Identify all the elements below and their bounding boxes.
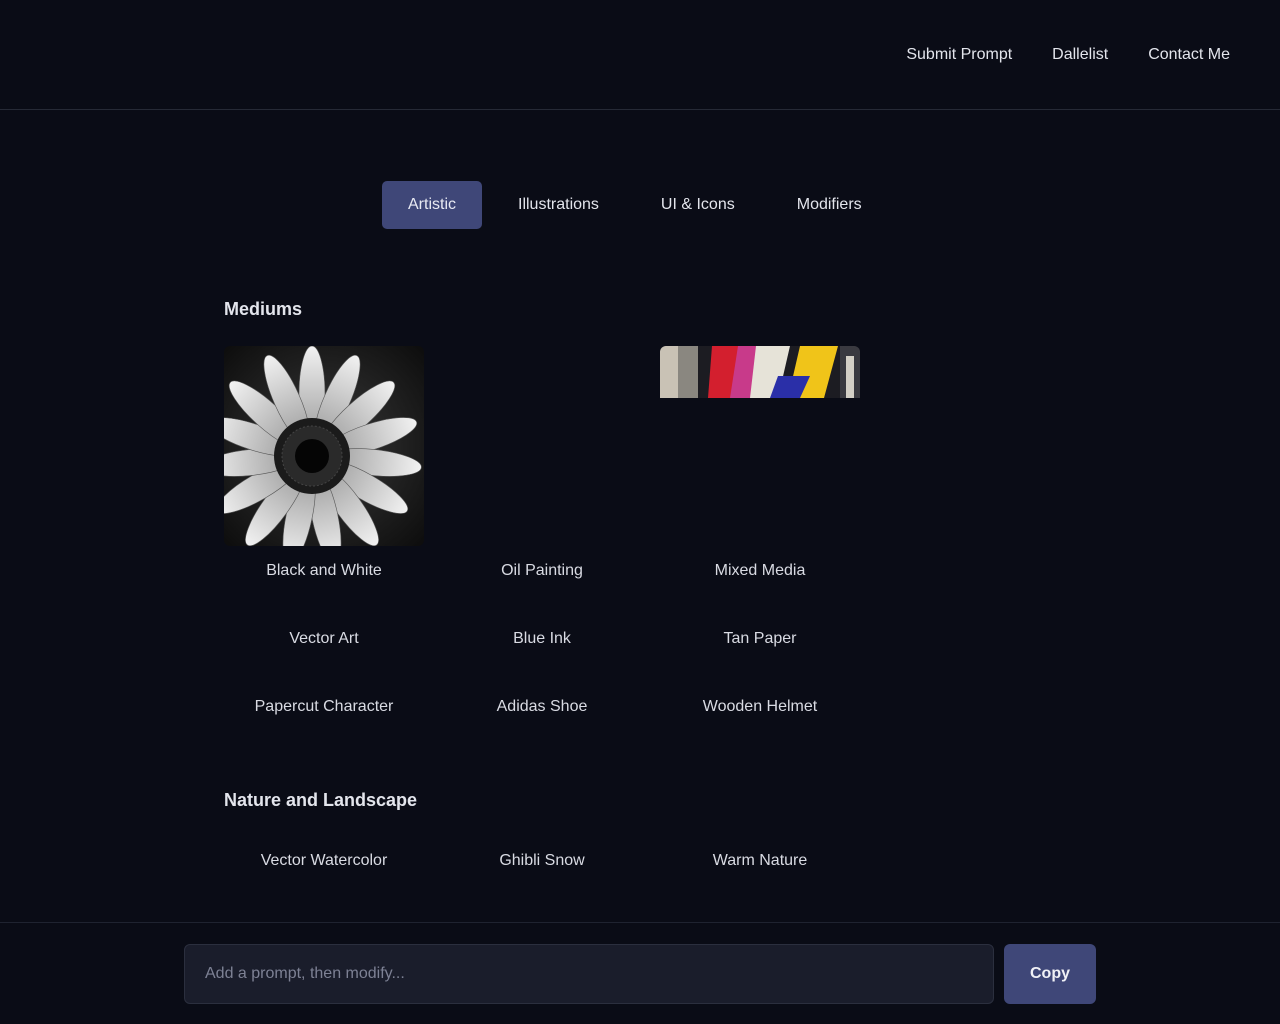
nav-link-submit-prompt[interactable]: Submit Prompt bbox=[906, 44, 1012, 66]
tab-illustrations[interactable]: Illustrations bbox=[492, 181, 625, 229]
nav-link-dallelist[interactable]: Dallelist bbox=[1052, 44, 1108, 66]
grid-item-ghibli-snow[interactable]: Ghibli Snow bbox=[442, 852, 642, 870]
grid-item-blue-ink[interactable]: Blue Ink bbox=[442, 630, 642, 648]
sunflower-image bbox=[224, 346, 424, 546]
tab-modifiers[interactable]: Modifiers bbox=[771, 181, 888, 229]
mixed-media-image bbox=[660, 346, 860, 398]
section-title-nature-and-landscape: Nature and Landscape bbox=[224, 790, 418, 810]
top-nav: Submit Prompt Dallelist Contact Me bbox=[906, 44, 1230, 66]
tab-ui-icons[interactable]: UI & Icons bbox=[635, 181, 761, 229]
grid-item-adidas-shoe[interactable]: Adidas Shoe bbox=[442, 698, 642, 716]
prompt-bar: Copy bbox=[0, 922, 1280, 1024]
grid-item-vector-watercolor[interactable]: Vector Watercolor bbox=[224, 852, 424, 870]
prompt-input[interactable] bbox=[184, 944, 994, 1004]
nav-link-contact-me[interactable]: Contact Me bbox=[1148, 44, 1230, 66]
grid-item-wooden-helmet[interactable]: Wooden Helmet bbox=[660, 698, 860, 716]
thumbnail-mixed-media[interactable] bbox=[660, 346, 860, 398]
grid-item-oil-painting[interactable]: Oil Painting bbox=[442, 562, 642, 580]
thumbnail-black-and-white[interactable] bbox=[224, 346, 424, 546]
grid-item-black-and-white[interactable]: Black and White bbox=[224, 562, 424, 580]
grid-item-papercut-character[interactable]: Papercut Character bbox=[224, 698, 424, 716]
top-bar: Submit Prompt Dallelist Contact Me bbox=[0, 0, 1280, 110]
grid-item-vector-art[interactable]: Vector Art bbox=[224, 630, 424, 648]
category-tabs: Artistic Illustrations UI & Icons Modifi… bbox=[382, 181, 888, 229]
grid-item-tan-paper[interactable]: Tan Paper bbox=[660, 630, 860, 648]
section-title-mediums: Mediums bbox=[224, 299, 303, 319]
tab-artistic[interactable]: Artistic bbox=[382, 181, 482, 229]
grid-item-mixed-media[interactable]: Mixed Media bbox=[660, 562, 860, 580]
copy-button[interactable]: Copy bbox=[1004, 944, 1096, 1004]
grid-item-warm-nature[interactable]: Warm Nature bbox=[660, 852, 860, 870]
